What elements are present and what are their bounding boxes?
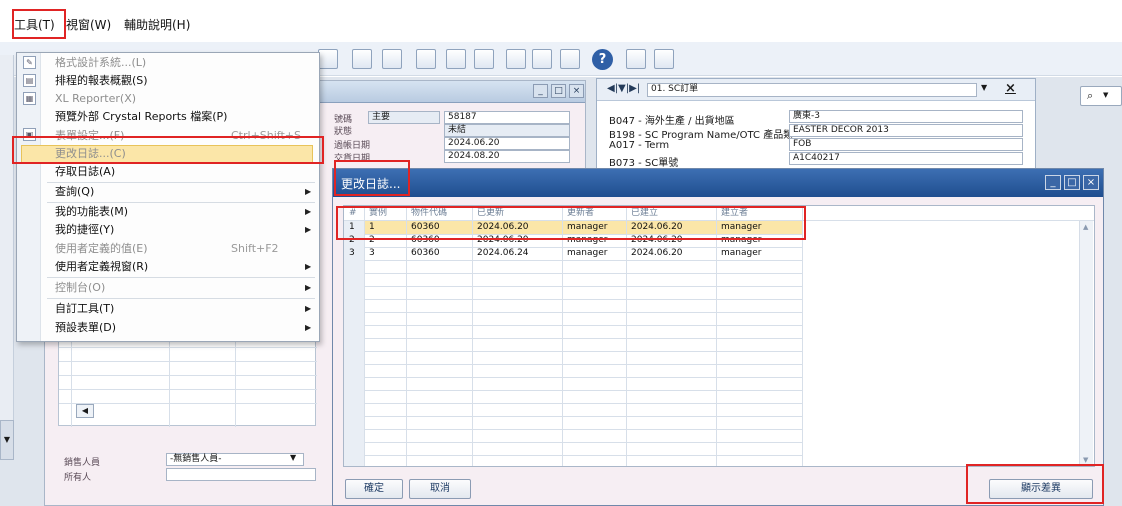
toolbar-network-icon[interactable] — [560, 49, 580, 69]
toolbar-email-icon[interactable] — [506, 49, 526, 69]
table-row-3-instance[interactable]: 3 — [366, 247, 375, 260]
table-row-3-created-by[interactable]: manager — [718, 247, 761, 260]
udf-value-program[interactable]: EASTER DECOR 2013 — [789, 124, 1023, 137]
table-row-3-number: 3 — [349, 248, 355, 258]
left-toolbar-strip — [0, 55, 14, 460]
udf-label-program: B198 - SC Program Name/OTC 產品類 — [609, 130, 794, 141]
maximize-icon[interactable]: □ — [1064, 175, 1080, 190]
close-icon[interactable]: × — [569, 84, 584, 98]
submenu-arrow-icon: ▶ — [305, 225, 312, 234]
delivery-date-field[interactable]: 2024.08.20 — [444, 150, 570, 163]
sales-employee-label: 銷售人員 — [64, 458, 101, 468]
menu-item-access-log[interactable]: 存取日誌(A) — [55, 163, 115, 181]
owner-label: 所有人 — [64, 473, 92, 483]
posting-date-label: 過帳日期 — [334, 141, 371, 151]
menu-item-scheduled-reports[interactable]: 排程的報表概觀(S) — [55, 72, 148, 90]
search-icon: ⌕ — [1087, 89, 1094, 102]
document-lines-grid[interactable] — [58, 332, 317, 427]
submenu-arrow-icon: ▶ — [305, 283, 312, 292]
annotation-box-first-row — [336, 206, 806, 240]
maximize-icon[interactable]: □ — [551, 84, 566, 98]
toolbar-print-icon[interactable] — [352, 49, 372, 69]
menu-item-user-defined-windows[interactable]: 使用者定義視窗(R) — [55, 258, 148, 276]
submenu-arrow-icon: ▶ — [305, 323, 312, 332]
change-log-table[interactable]: # 實例 物件代碼 已更新 更新者 已建立 建立者 1 1 60360 2024… — [343, 205, 1095, 467]
menu-bar: 工具(T) 視窗(W) 輔助說明(H) — [0, 0, 1122, 42]
udf-value-term[interactable]: FOB — [789, 138, 1023, 151]
annotation-box-dialog-title — [334, 160, 410, 196]
scheduled-reports-icon: ▤ — [23, 74, 36, 87]
table-row-3-created[interactable]: 2024.06.20 — [628, 247, 683, 260]
status-field: 未結 — [444, 124, 570, 137]
table-row-3-updated-by[interactable]: manager — [564, 247, 607, 260]
help-icon[interactable]: ? — [592, 49, 613, 70]
menu-item-my-shortcuts[interactable]: 我的捷徑(Y) — [55, 221, 114, 239]
cancel-button[interactable]: 取消 — [409, 479, 471, 499]
menu-item-layout-designer[interactable]: 格式設計系統...(L) — [55, 54, 146, 72]
xl-reporter-icon: ▦ — [23, 92, 36, 105]
udf-nav-arrows[interactable]: ◀|▼|▶| — [607, 83, 640, 94]
ok-button[interactable]: 確定 — [345, 479, 403, 499]
layout-designer-icon: ✎ — [23, 56, 36, 69]
doc-number-field[interactable]: 58187 — [444, 111, 570, 124]
menu-item-user-defined-values[interactable]: 使用者定義的值(E) — [55, 240, 148, 258]
menu-item-my-menu[interactable]: 我的功能表(M) — [55, 203, 128, 221]
udv-shortcut: Shift+F2 — [231, 242, 279, 255]
minimize-icon[interactable]: _ — [533, 84, 548, 98]
toolbar-document-icon[interactable] — [446, 49, 466, 69]
toolbar-settings-icon[interactable] — [654, 49, 674, 69]
status-label: 狀態 — [334, 127, 353, 137]
menu-help[interactable]: 輔助說明(H) — [124, 16, 190, 33]
chevron-down-icon: ▼ — [1103, 91, 1109, 99]
udf-value-region[interactable]: 廣東-3 — [789, 110, 1023, 123]
annotation-box-tools-menu — [12, 9, 66, 39]
table-scrollbar[interactable]: ▲ ▼ — [1079, 221, 1093, 466]
tools-menu: ✎ ▤ ▦ ▣ 格式設計系統...(L) 排程的報表概觀(S) XL Repor… — [16, 52, 320, 342]
menu-item-cockpit[interactable]: 控制台(O) — [55, 279, 105, 297]
menu-item-crystal-reports[interactable]: 預覽外部 Crystal Reports 檔案(P) — [55, 108, 227, 126]
chevron-down-icon[interactable]: ▼ — [981, 83, 987, 92]
toolbar-report-icon[interactable] — [318, 49, 338, 69]
dialog-titlebar: 更改日誌... _ □ × — [333, 169, 1103, 197]
submenu-arrow-icon: ▶ — [305, 187, 312, 196]
menu-item-default-forms[interactable]: 預設表單(D) — [55, 319, 116, 337]
menu-item-customization-tools[interactable]: 自訂工具(T) — [55, 300, 114, 318]
udf-value-sc-number[interactable]: A1C40217 — [789, 152, 1023, 165]
close-icon[interactable]: × — [1083, 175, 1099, 190]
menu-window[interactable]: 視窗(W) — [66, 16, 111, 33]
toolbar-form-icon[interactable] — [626, 49, 646, 69]
scroll-down-icon[interactable]: ▼ — [0, 420, 14, 460]
table-row-3-object-code[interactable]: 60360 — [408, 247, 440, 260]
annotation-box-show-diff — [966, 464, 1104, 504]
udf-label-sc-number: B073 - SC單號 — [609, 158, 679, 169]
toolbar-edit-icon[interactable] — [416, 49, 436, 69]
menu-item-queries[interactable]: 查詢(Q) — [55, 183, 94, 201]
minimize-icon[interactable]: _ — [1045, 175, 1061, 190]
scroll-up-icon[interactable]: ▲ — [1083, 223, 1088, 231]
owner-field[interactable] — [166, 468, 316, 481]
toolbar-calendar-icon[interactable] — [532, 49, 552, 69]
chevron-down-icon[interactable]: ▼ — [290, 453, 296, 462]
close-icon[interactable]: × — [1005, 81, 1016, 96]
submenu-arrow-icon: ▶ — [305, 262, 312, 271]
udf-label-term: A017 - Term — [609, 140, 670, 151]
table-row-3-updated[interactable]: 2024.06.24 — [474, 247, 529, 260]
udf-label-region: B047 - 海外生產 / 出貨地區 — [609, 116, 735, 127]
scroll-down-icon[interactable]: ▼ — [1083, 456, 1088, 464]
search-box[interactable]: ⌕ ▼ — [1080, 86, 1122, 106]
scroll-left-icon[interactable]: ◀ — [76, 404, 94, 418]
toolbar-preview-icon[interactable] — [382, 49, 402, 69]
submenu-arrow-icon: ▶ — [305, 207, 312, 216]
posting-date-field[interactable]: 2024.06.20 — [444, 137, 570, 150]
toolbar-database-icon[interactable] — [474, 49, 494, 69]
menu-item-xl-reporter[interactable]: XL Reporter(X) — [55, 90, 136, 108]
submenu-arrow-icon: ▶ — [305, 304, 312, 313]
annotation-box-change-log-item — [12, 136, 324, 164]
udf-category-select[interactable]: 01. SC訂單 — [647, 83, 977, 97]
sales-employee-select[interactable]: -無銷售人員- — [166, 453, 304, 466]
doc-series-field[interactable]: 主要 — [368, 111, 440, 124]
